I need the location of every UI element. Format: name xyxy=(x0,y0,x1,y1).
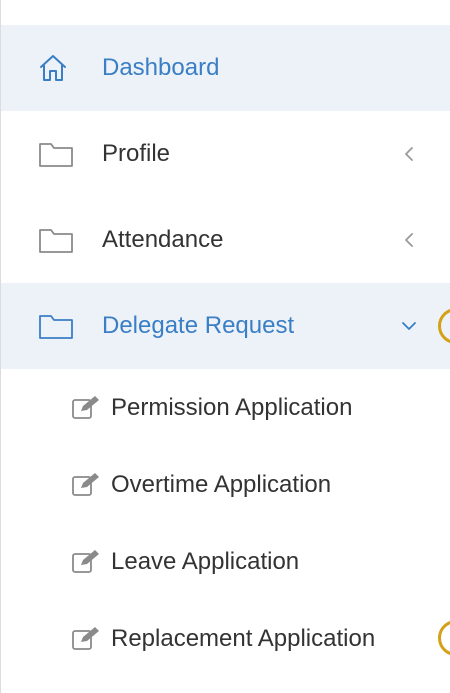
submenu-item-label: Replacement Application xyxy=(111,624,376,652)
indicator-ring xyxy=(438,620,450,656)
chevron-left-icon[interactable] xyxy=(397,228,421,252)
sidebar-item-label: Attendance xyxy=(102,226,224,253)
submenu-item-replacement-application[interactable]: Replacement Application xyxy=(1,600,450,677)
submenu-item-overtime-application[interactable]: Overtime Application xyxy=(1,446,450,523)
sidebar-item-label: Dashboard xyxy=(102,54,220,81)
edit-icon xyxy=(71,392,111,424)
chevron-left-icon[interactable] xyxy=(397,142,421,166)
submenu-item-label: Overtime Application xyxy=(111,470,332,498)
submenu-item-label: Leave Application xyxy=(111,547,300,575)
home-icon xyxy=(38,52,84,84)
edit-icon xyxy=(71,623,111,655)
indicator-ring xyxy=(438,308,450,344)
edit-icon xyxy=(71,546,111,578)
submenu-item-permission-application[interactable]: Permission Application xyxy=(1,369,450,446)
sidebar-item-label: Profile xyxy=(102,140,171,167)
sidebar-item-profile[interactable]: Profile xyxy=(1,111,450,197)
folder-icon xyxy=(38,310,84,342)
folder-icon xyxy=(38,224,84,256)
sidebar-item-label: Delegate Request xyxy=(102,312,295,339)
delegate-request-submenu: Permission Application Overtime Applicat… xyxy=(1,369,450,677)
sidebar-menu: Dashboard Profile Attendance Delegate Re… xyxy=(0,0,450,693)
edit-icon xyxy=(71,469,111,501)
sidebar-item-attendance[interactable]: Attendance xyxy=(1,197,450,283)
submenu-item-leave-application[interactable]: Leave Application xyxy=(1,523,450,600)
chevron-down-icon[interactable] xyxy=(397,314,421,338)
sidebar-item-delegate-request[interactable]: Delegate Request xyxy=(1,283,450,369)
sidebar-top-spacer xyxy=(1,0,450,25)
folder-icon xyxy=(38,138,84,170)
submenu-item-label: Permission Application xyxy=(111,393,353,421)
sidebar-item-dashboard[interactable]: Dashboard xyxy=(1,25,450,111)
